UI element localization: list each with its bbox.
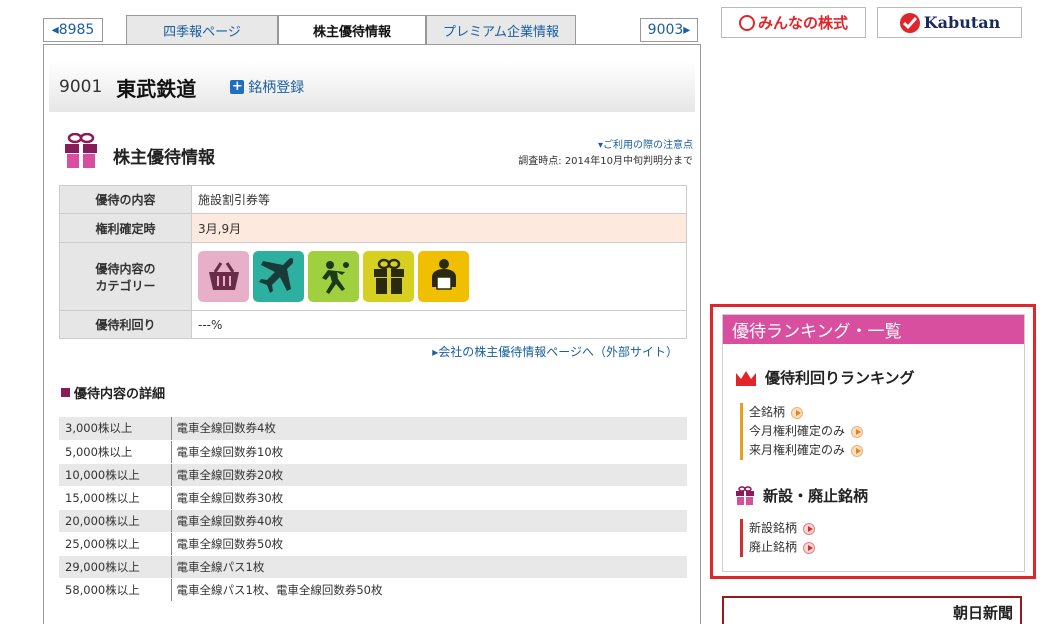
register-label: 銘柄登録: [248, 80, 305, 96]
ranking-header: 優待ランキング・一覧: [723, 315, 1024, 344]
rights-label: 権利確定時: [59, 213, 192, 243]
arrow-icon: [851, 425, 864, 438]
ranking-panel: 優待ランキング・一覧 優待利回りランキング 全銘柄 今月権利確定のみ 来月権利確…: [722, 314, 1025, 572]
table-row: 20,000株以上 電車全線回数券40枚: [59, 509, 687, 533]
company-header: 9001 東武鉄道 + 銘柄登録: [49, 62, 695, 112]
leisure-icon[interactable]: [308, 251, 359, 302]
table-row: 25,000株以上 電車全線回数券50枚: [59, 532, 687, 556]
details-heading: 優待内容の詳細: [61, 383, 165, 402]
crown-icon: [736, 370, 756, 386]
external-yutai-link[interactable]: ▸会社の株主優待情報ページへ（外部サイト）: [432, 343, 678, 360]
content-label: 優待の内容: [59, 185, 192, 214]
tab-premium[interactable]: プレミアム企業情報: [426, 15, 576, 45]
stock-tabs: ◂8985 四季報ページ 株主優待情報 プレミアム企業情報 9003▸: [43, 15, 701, 45]
list-item[interactable]: 今月権利確定のみ: [749, 422, 864, 441]
table-row: 29,000株以上 電車全線パス1枚: [59, 555, 687, 579]
arrow-icon: [791, 406, 804, 419]
details-table: 3,000株以上 電車全線回数券4枚 5,000株以上 電車全線回数券10枚 10,…: [59, 417, 687, 602]
minkabu-logo[interactable]: みんなの株式: [721, 7, 866, 38]
list-item[interactable]: 全銘柄: [749, 403, 863, 422]
next-stock-link[interactable]: 9003▸: [640, 18, 698, 42]
section-header: 株主優待情報 ▾ご利用の際の注意点 調査時点: 2014年10月中旬判明分まで: [63, 133, 693, 173]
yield-label: 優待利回り: [59, 310, 192, 339]
kabutan-logo[interactable]: Kabutan: [877, 7, 1022, 38]
airplane-icon[interactable]: [253, 251, 304, 302]
company-name: 東武鉄道: [116, 76, 197, 101]
table-row: 3,000株以上 電車全線回数券4枚: [59, 417, 687, 441]
plus-icon: +: [230, 79, 245, 94]
gift-icon: [736, 485, 754, 505]
main-panel: 9001 東武鉄道 + 銘柄登録 株主優待情報 ▾ご利用の際の注意点 調査時点:…: [43, 44, 701, 624]
tab-quarterly[interactable]: 四季報ページ: [126, 15, 278, 45]
kabutan-check-icon: [899, 12, 920, 33]
stock-code: 9001: [59, 77, 103, 97]
arrow-icon: [803, 522, 816, 535]
ranking-highlight-box: 優待ランキング・一覧 優待利回りランキング 全銘柄 今月権利確定のみ 来月権利確…: [710, 304, 1036, 579]
asahi-banner[interactable]: 朝日新聞: [722, 596, 1022, 624]
yield-ranking-title: 優待利回りランキング: [735, 367, 915, 388]
arrow-icon: [851, 444, 864, 457]
square-bullet-icon: [61, 388, 70, 397]
table-row: 10,000株以上 電車全線回数券20枚: [59, 463, 687, 487]
survey-date: 調査時点: 2014年10月中旬判明分まで: [518, 156, 693, 167]
category-label: 優待内容の カテゴリー: [59, 242, 192, 311]
yield-ranking-list: 全銘柄 今月権利確定のみ 来月権利確定のみ: [740, 403, 864, 460]
arrow-icon: [803, 541, 816, 554]
prev-stock-link[interactable]: ◂8985: [43, 18, 103, 42]
register-stock-button[interactable]: + 銘柄登録: [230, 77, 304, 97]
usage-notes-link[interactable]: ▾ご利用の際の注意点: [598, 140, 693, 151]
new-abolished-list: 新設銘柄 廃止銘柄: [740, 519, 816, 557]
basket-icon[interactable]: [198, 251, 249, 302]
list-item[interactable]: 来月権利確定のみ: [749, 441, 864, 460]
list-item[interactable]: 新設銘柄: [749, 519, 816, 538]
section-title: 株主優待情報: [113, 148, 215, 168]
gift-icon: [65, 133, 97, 168]
tab-yutai[interactable]: 株主優待情報: [278, 15, 426, 45]
content-value: 施設割引券等: [191, 185, 687, 214]
category-icons: [198, 251, 686, 302]
table-row: 58,000株以上 電車全線パス1枚、電車全線回数券50枚: [59, 578, 687, 602]
donation-icon[interactable]: [418, 251, 469, 302]
yield-value: ---%: [191, 310, 687, 339]
list-item[interactable]: 廃止銘柄: [749, 538, 816, 557]
gift-icon[interactable]: [363, 251, 414, 302]
yutai-info-table: 優待の内容 施設割引券等 権利確定時 3月,9月 優待内容の カテゴリー 優待利…: [59, 185, 687, 339]
table-row: 15,000株以上 電車全線回数券30枚: [59, 486, 687, 510]
minkabu-face-icon: [738, 14, 755, 31]
rights-value: 3月,9月: [191, 213, 687, 243]
new-abolished-title: 新設・廃止銘柄: [735, 485, 868, 506]
table-row: 5,000株以上 電車全線回数券10枚: [59, 440, 687, 464]
